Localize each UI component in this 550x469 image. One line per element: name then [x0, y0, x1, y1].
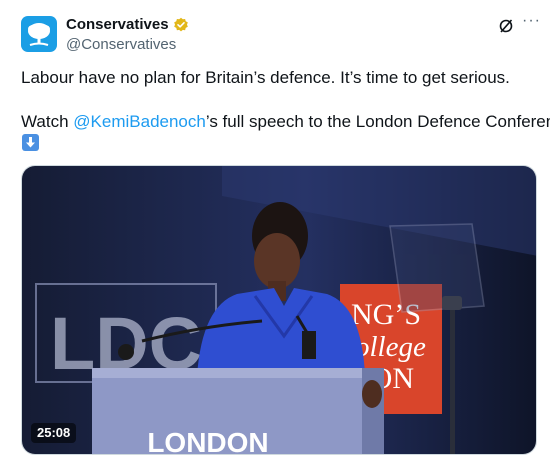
video-player[interactable]: LDC NG’S ollege DON LONDON	[21, 165, 537, 455]
display-name[interactable]: Conservatives	[66, 15, 169, 35]
tweet-card: Conservatives @Conservatives ··· Labour …	[0, 0, 550, 469]
author-name-row: Conservatives	[66, 15, 189, 35]
avatar[interactable]	[21, 16, 57, 52]
down-arrow-emoji-icon	[22, 134, 39, 151]
author-handle[interactable]: @Conservatives	[66, 35, 176, 55]
tweet-line-1: Labour have no plan for Britain’s defenc…	[21, 68, 510, 87]
line2-prefix: Watch	[21, 112, 74, 131]
video-thumbnail: LDC NG’S ollege DON LONDON	[22, 166, 536, 455]
line2-suffix: ’s full speech to the London Defence Con…	[205, 112, 550, 131]
tweet-line-2: Watch @KemiBadenoch’s full speech to the…	[21, 111, 550, 133]
more-icon[interactable]: ···	[522, 12, 541, 30]
mention-link[interactable]: @KemiBadenoch	[73, 112, 206, 131]
verified-badge-icon[interactable]	[173, 17, 189, 33]
kcl-banner-line-2: ollege	[355, 331, 426, 363]
oak-tree-logo-icon	[28, 23, 50, 46]
video-duration: 25:08	[31, 423, 77, 443]
grok-icon[interactable]	[498, 18, 514, 34]
podium-text: LONDON	[147, 427, 268, 455]
tweet-text: Labour have no plan for Britain’s defenc…	[21, 67, 550, 133]
